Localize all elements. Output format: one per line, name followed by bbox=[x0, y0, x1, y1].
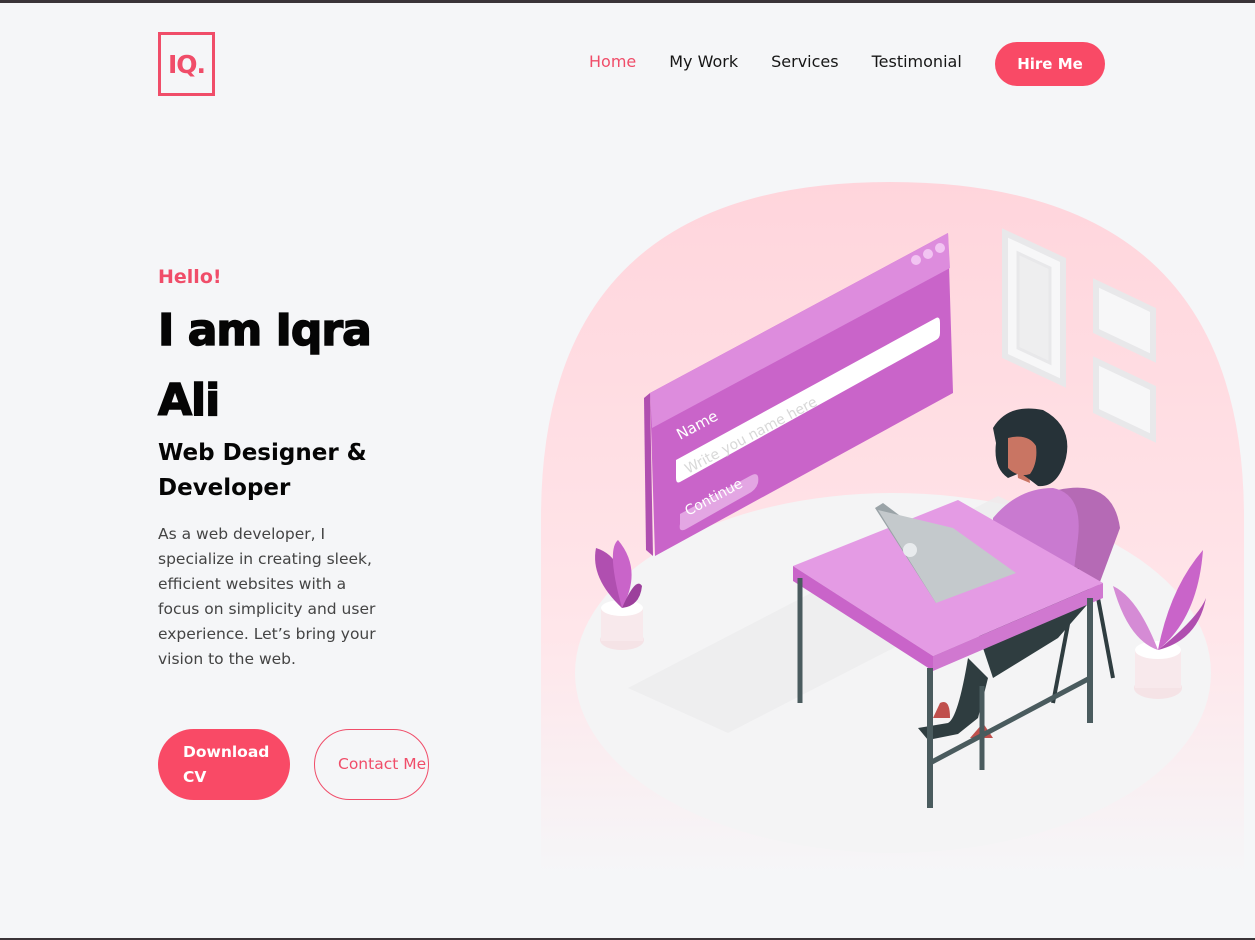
hero-role: Web Designer & Developer bbox=[158, 440, 367, 501]
nav-home[interactable]: Home bbox=[589, 52, 636, 71]
hire-me-button[interactable]: Hire Me bbox=[995, 42, 1105, 86]
window-top-border bbox=[0, 0, 1255, 3]
hero-description: As a web developer, I specialize in crea… bbox=[158, 525, 376, 668]
nav-services[interactable]: Services bbox=[771, 52, 838, 71]
hero-greeting: Hello! bbox=[158, 266, 222, 288]
hero-illustration: Name Write you name here Continue bbox=[541, 182, 1244, 878]
download-cv-button[interactable]: Download CV bbox=[158, 729, 290, 800]
nav-testimonial[interactable]: Testimonial bbox=[872, 52, 962, 71]
nav-my-work[interactable]: My Work bbox=[669, 52, 738, 71]
site-logo[interactable]: IQ. bbox=[158, 32, 215, 96]
hero-name: I am Iqra Ali bbox=[157, 304, 372, 427]
main-nav: Home My Work Services Testimonial bbox=[589, 52, 995, 71]
logo-text: IQ. bbox=[167, 49, 206, 79]
contact-me-button[interactable]: Contact Me bbox=[314, 729, 429, 800]
